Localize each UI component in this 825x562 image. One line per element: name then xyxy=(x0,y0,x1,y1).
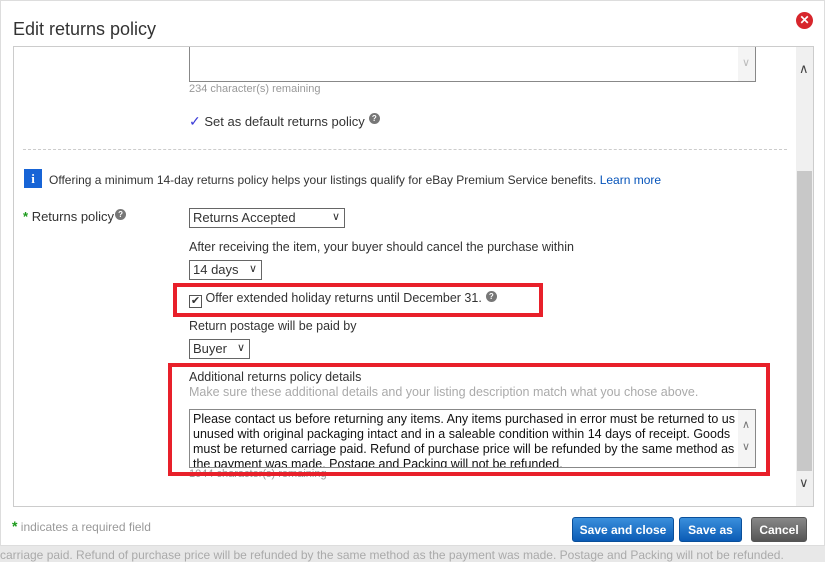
chevron-down-icon[interactable]: ∨ xyxy=(799,475,809,491)
default-policy-label: Set as default returns policy xyxy=(204,114,365,129)
chevron-down-icon: ∨ xyxy=(331,211,340,223)
close-icon[interactable]: ✕ xyxy=(796,12,813,29)
panel-scrollbar[interactable]: ∧ ∨ xyxy=(796,47,813,506)
textarea-scrollbar[interactable]: ∨ xyxy=(738,47,755,81)
postage-label: Return postage will be paid by xyxy=(189,319,357,333)
returns-policy-select[interactable]: Returns Accepted ∨ xyxy=(189,208,345,228)
checkmark-icon: ✓ xyxy=(189,113,201,129)
cancel-within-select[interactable]: 14 days ∨ xyxy=(189,260,262,280)
required-asterisk: * xyxy=(12,518,18,534)
chevron-down-icon: ∨ xyxy=(248,263,257,275)
save-as-button[interactable]: Save as xyxy=(679,517,742,542)
chevron-up-icon[interactable]: ∧ xyxy=(799,61,809,77)
edit-returns-policy-dialog: Edit returns policy ✕ ∨ 234 character(s)… xyxy=(0,0,825,546)
default-policy-checkbox[interactable]: ✓ Set as default returns policy? xyxy=(189,113,380,130)
scrollbar-thumb[interactable] xyxy=(797,171,812,471)
highlight-details xyxy=(168,363,770,476)
help-icon[interactable]: ? xyxy=(115,209,127,220)
returns-policy-label: Returns policy xyxy=(31,209,115,224)
cancel-within-label: After receiving the item, your buyer sho… xyxy=(189,240,574,254)
learn-more-link[interactable]: Learn more xyxy=(600,173,661,187)
required-asterisk: * xyxy=(23,209,29,224)
info-text: Offering a minimum 14-day returns policy… xyxy=(49,173,597,187)
info-icon: i xyxy=(24,169,42,188)
highlight-holiday xyxy=(173,283,543,317)
top-remaining: 234 character(s) remaining xyxy=(189,83,321,95)
dialog-title: Edit returns policy xyxy=(13,19,157,39)
help-icon[interactable]: ? xyxy=(368,113,380,124)
postage-select[interactable]: Buyer ∨ xyxy=(189,339,250,359)
save-and-close-button[interactable]: Save and close xyxy=(572,517,674,542)
required-note: indicates a required field xyxy=(20,520,151,534)
background-text: carriage paid. Refund of purchase price … xyxy=(0,548,784,562)
chevron-down-icon: ∨ xyxy=(742,57,751,69)
previous-textarea[interactable]: ∨ xyxy=(189,47,756,82)
chevron-down-icon: ∨ xyxy=(236,342,245,354)
cancel-button[interactable]: Cancel xyxy=(751,517,807,542)
divider xyxy=(23,149,787,150)
